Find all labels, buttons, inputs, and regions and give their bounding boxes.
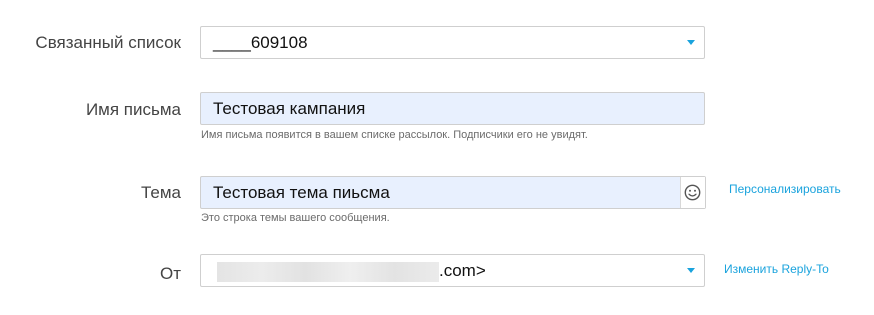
email-name-input[interactable]: Тестовая кампания [200,92,705,125]
smiley-icon [684,184,701,201]
email-name-label: Имя письма [85,100,181,119]
subject-hint: Это строка темы вашего сообщения. [201,212,390,224]
linked-list-label: Связанный список [35,33,181,52]
chevron-down-icon [687,40,695,45]
redacted-sender-address [217,262,439,282]
change-reply-to-link[interactable]: Изменить Reply-To [724,262,829,276]
subject-label: Тема [140,183,181,202]
email-name-value: Тестовая кампания [213,99,366,118]
subject-value: Тестовая тема пиьсма [213,183,390,202]
personalize-link[interactable]: Персонализировать [729,182,841,196]
from-select[interactable]: .com> [200,254,705,287]
linked-list-select[interactable]: ____609108 [200,26,705,59]
from-value-suffix: .com> [439,261,486,280]
emoji-picker-button[interactable] [680,177,705,208]
from-label: От [159,264,181,283]
subject-input[interactable]: Тестовая тема пиьсма [200,176,706,209]
email-name-hint: Имя письма появится в вашем списке рассы… [201,129,588,141]
chevron-down-icon [687,268,695,273]
linked-list-value: ____609108 [213,33,308,52]
